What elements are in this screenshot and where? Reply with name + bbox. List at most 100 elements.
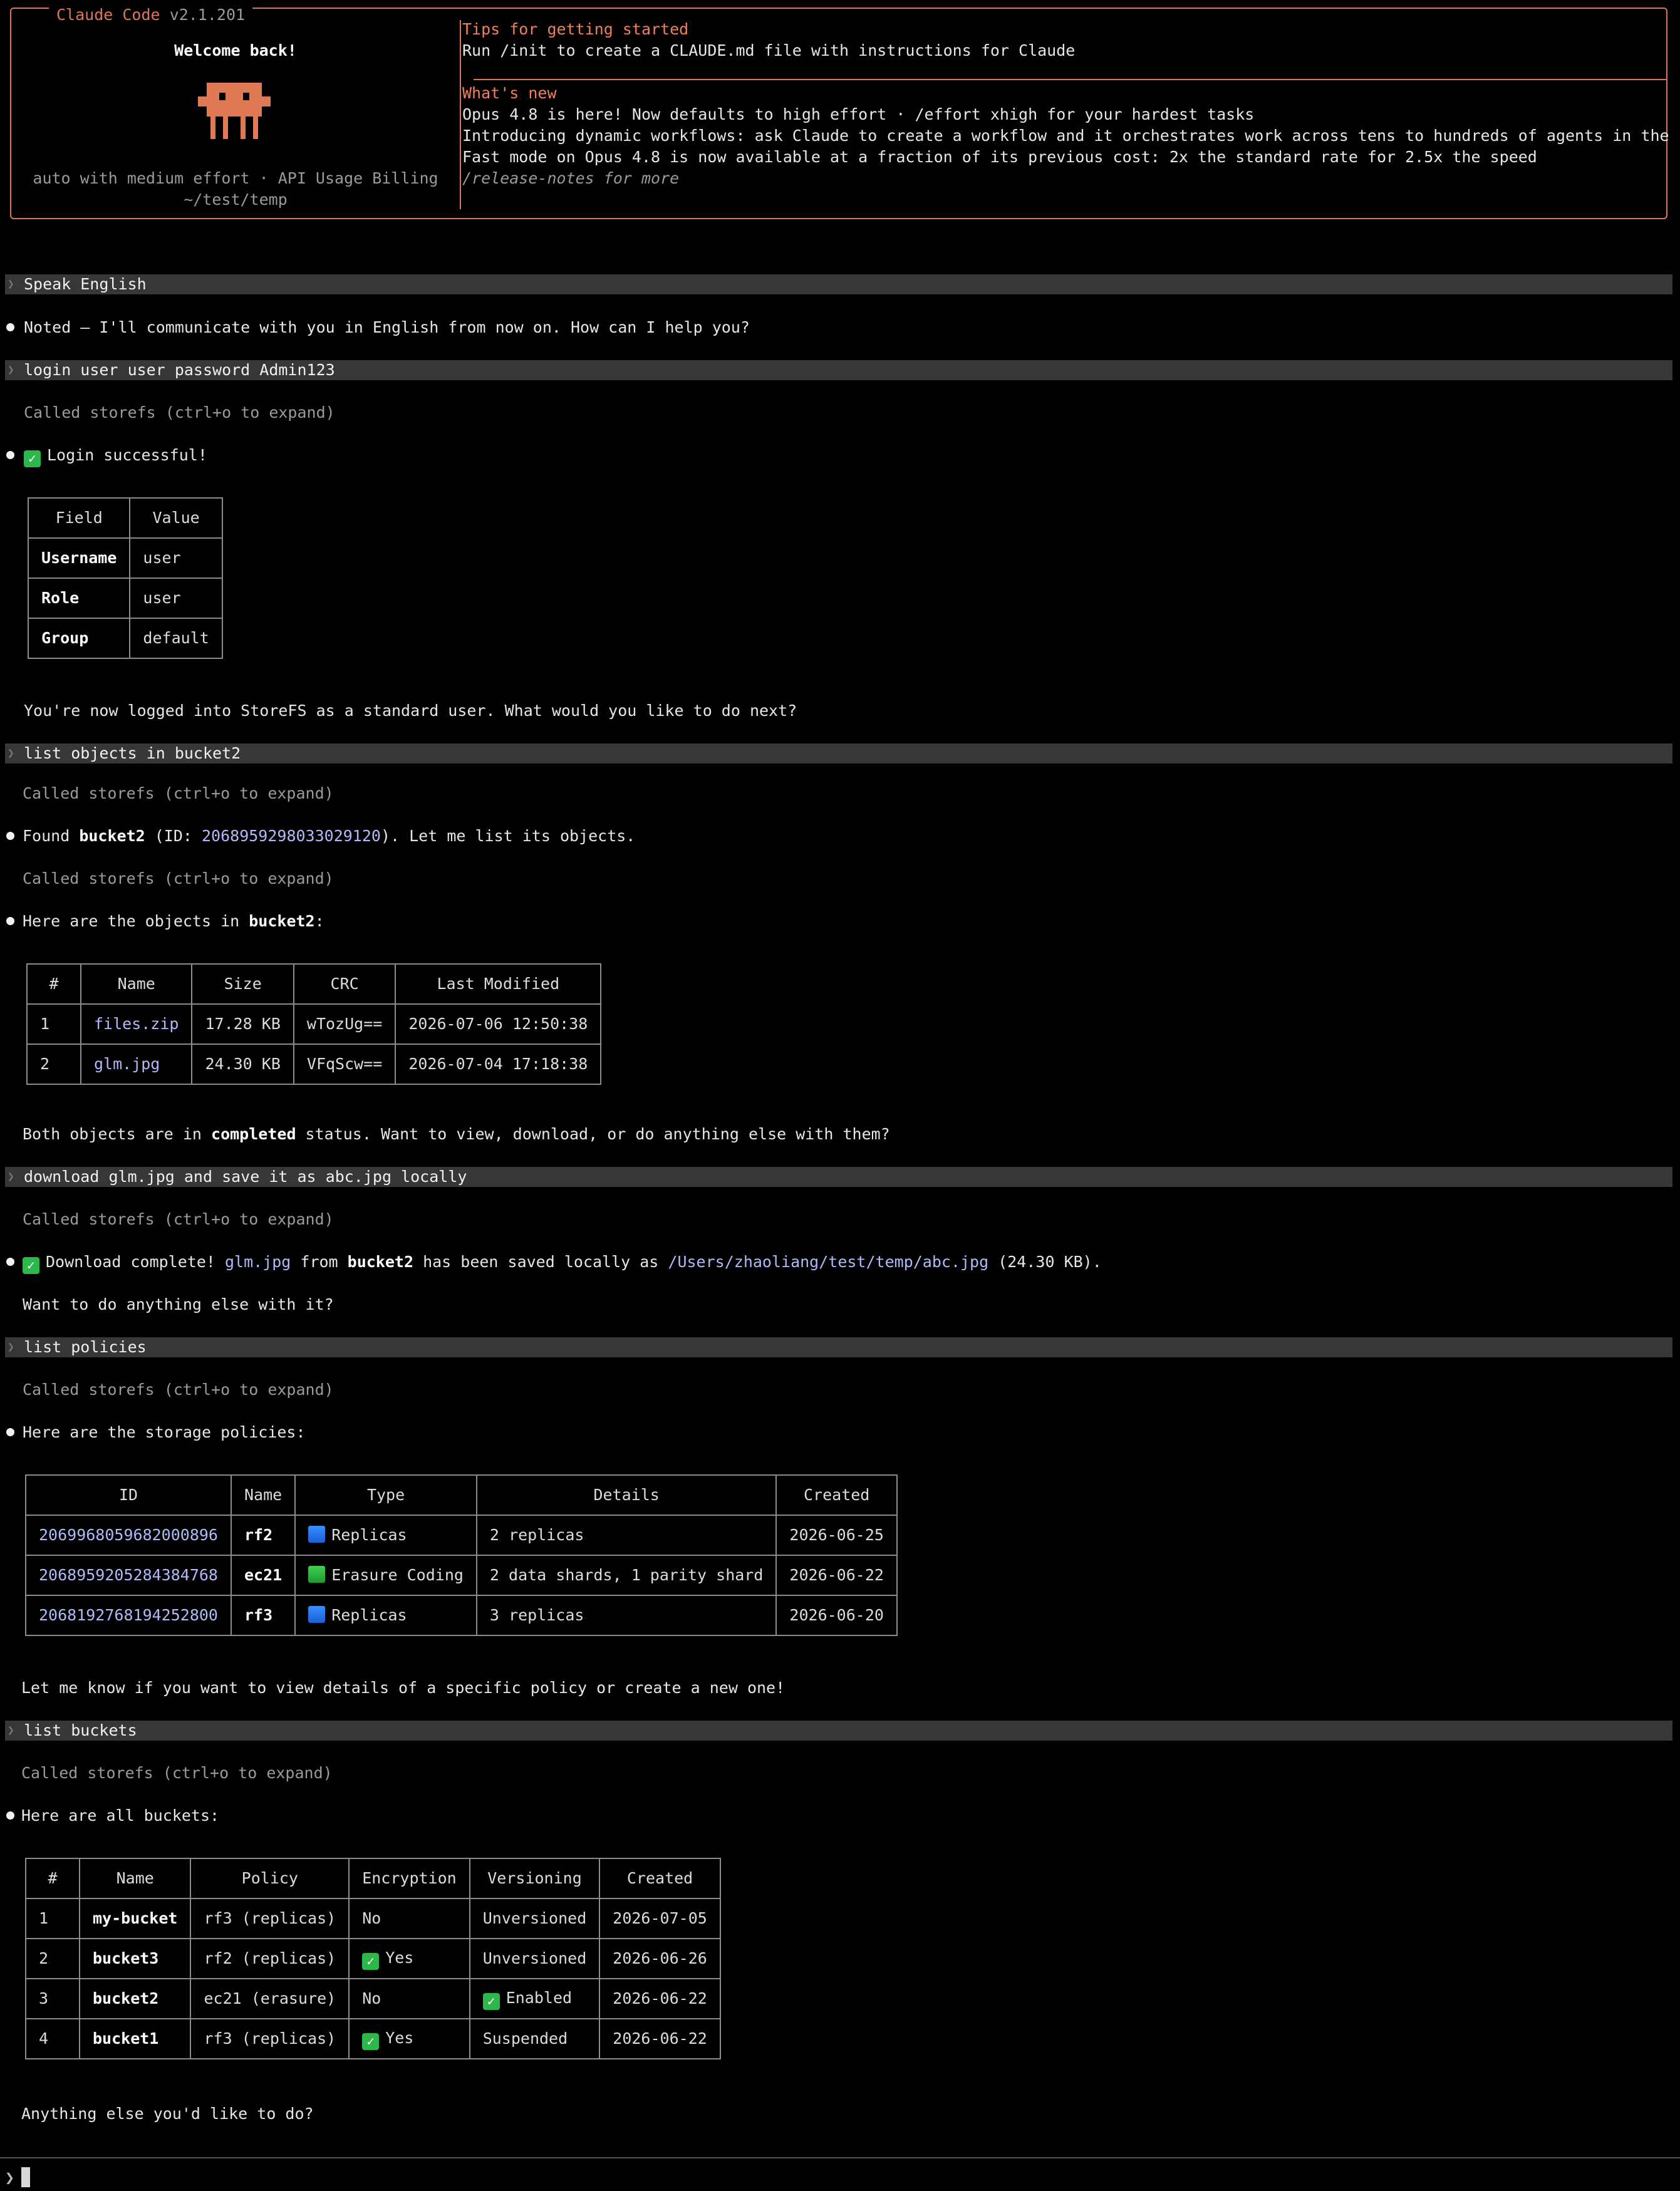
prompt-chevron-icon: ❯ [8,1724,14,1737]
table-cell: ec21 [230,1555,296,1596]
table-cell: 2026-07-06 12:50:38 [395,1003,602,1045]
tool-call-collapsed[interactable]: Called storefs (ctrl+o to expand) [24,402,335,423]
table-cell: Unversioned [469,1898,601,1939]
table-cell: 3 replicas [475,1595,777,1636]
table-cell: Replicas [294,1595,477,1636]
table-cell: 17.28 KB [191,1003,294,1045]
bullet-icon [6,1428,14,1436]
table-row: 2069968059682000896 rf2 Replicas 2 repli… [25,1515,898,1556]
assistant-message: ✓ Download complete! glm.jpg from bucket2… [23,1251,1102,1274]
table-cell: 24.30 KB [191,1044,294,1085]
input-prompt-icon: ❯ [5,2168,15,2187]
check-mark-icon: ✓ [362,2033,380,2050]
user-prompt: ❯ Speak English [5,274,1672,294]
table-cell: 2 [25,1938,80,1979]
policies-table: ID Name Type Details Created 20699680596… [25,1474,898,1636]
prompt-input[interactable] [21,2167,30,2187]
assistant-message: Found bucket2 (ID: 2068959298033029120).… [23,827,636,845]
table-cell: my-bucket [78,1898,192,1939]
table-header: Size [191,963,294,1005]
bullet-icon [6,1811,14,1820]
table-cell: 2026-06-22 [599,1978,721,2019]
table-row: 1 my-bucket rf3 (replicas) No Unversione… [25,1898,721,1939]
table-cell: bucket1 [78,2018,192,2059]
tool-call-collapsed[interactable]: Called storefs (ctrl+o to expand) [23,1209,334,1230]
bullet-icon [6,917,14,925]
table-row: 4 bucket1 rf3 (replicas) ✓ Yes Suspended … [25,2018,721,2059]
table-row: 2068192768194252800 rf3 Replicas 3 repli… [25,1595,898,1636]
tool-call-collapsed[interactable]: Called storefs (ctrl+o to expand) [23,783,334,804]
table-header: # [26,963,81,1005]
table-cell: rf3 [230,1595,296,1636]
table-cell: ec21 (erasure) [190,1978,350,2019]
bullet-icon [6,451,14,459]
objects-table: # Name Size CRC Last Modified 1 files.zi… [26,963,602,1085]
assistant-message: Here are the objects in bucket2: [23,912,324,930]
table-cell: user [129,578,223,619]
table-cell: user [129,537,223,579]
table-cell: rf3 (replicas) [190,2018,350,2059]
mode-line: auto with medium effort · API Usage Bill… [33,169,438,187]
table-cell: bucket3 [78,1938,192,1979]
version-label: v2.1.201 [169,6,246,24]
tool-call-collapsed[interactable]: Called storefs (ctrl+o to expand) [21,1763,333,1784]
assistant-message: Both objects are in completed status. Wa… [23,1125,890,1143]
user-prompt: ❯ list buckets [5,1721,1672,1741]
table-cell: bucket2 [78,1978,192,2019]
table-cell: 2 replicas [475,1515,777,1556]
assistant-message: Here are the storage policies: [23,1423,306,1441]
assistant-message: Anything else you'd like to do? [21,2105,314,2123]
tool-call-collapsed[interactable]: Called storefs (ctrl+o to expand) [23,1379,334,1401]
table-row: 1 files.zip 17.28 KB wTozUg== 2026-07-06… [26,1003,602,1045]
news-item: Introducing dynamic workflows: ask Claud… [462,127,1680,145]
table-header: Type [294,1474,477,1516]
table-cell: ✓ Enabled [469,1978,601,2019]
table-cell: Role [27,578,131,619]
news-item: Opus 4.8 is here! Now defaults to high e… [462,105,1255,123]
welcome-panel: Claude Code v2.1.201 Welcome back! auto … [10,6,1680,219]
table-cell: rf2 [230,1515,296,1556]
table-header: Created [775,1474,898,1516]
table-cell: Username [27,537,131,579]
check-mark-icon: ✓ [482,1993,500,2010]
prompt-chevron-icon: ❯ [8,363,14,376]
table-header: Value [129,497,223,539]
table-cell: 2026-06-25 [775,1515,898,1556]
table-row: Group default [27,618,223,659]
input-divider [0,2157,1680,2158]
whats-new-title: What's new [462,84,557,102]
table-cell: 3 [25,1978,80,2019]
bullet-icon [6,1258,14,1266]
blue-square-icon [308,1526,326,1543]
welcome-text: Welcome back! [174,41,297,60]
table-cell: glm.jpg [80,1044,193,1085]
table-cell: Unversioned [469,1938,601,1979]
release-notes-link[interactable]: /release-notes for more [462,168,679,189]
prompt-chevron-icon: ❯ [8,1340,14,1354]
table-header: Name [78,1858,192,1899]
tips-divider [474,79,1666,80]
table-cell: ✓ Yes [348,2018,470,2059]
table-header: # [25,1858,80,1899]
tips-title: Tips for getting started [462,20,689,38]
assistant-message: Noted — I'll communicate with you in Eng… [24,318,750,336]
blue-square-icon [308,1606,326,1623]
table-cell: 2026-06-26 [599,1938,721,1979]
user-prompt: ❯ list policies [5,1337,1672,1357]
table-header: CRC [293,963,397,1005]
table-cell: ✓ Yes [348,1938,470,1979]
tips-text: Run /init to create a CLAUDE.md file wit… [462,41,1076,60]
bullet-icon [6,832,14,840]
table-cell: 1 [25,1898,80,1939]
bullet-icon [6,323,14,331]
table-row: 2 glm.jpg 24.30 KB VFqScw== 2026-07-04 1… [26,1044,602,1085]
check-mark-icon: ✓ [23,1257,39,1274]
table-header: Name [230,1474,296,1516]
table-cell: 1 [26,1003,81,1045]
assistant-message: Want to do anything else with it? [23,1295,334,1313]
assistant-message: Here are all buckets: [21,1806,220,1825]
table-row: 3 bucket2 ec21 (erasure) No ✓ Enabled 202… [25,1978,721,2019]
table-row: Role user [27,578,223,619]
news-item: Fast mode on Opus 4.8 is now available a… [462,148,1537,166]
tool-call-collapsed[interactable]: Called storefs (ctrl+o to expand) [23,868,334,889]
